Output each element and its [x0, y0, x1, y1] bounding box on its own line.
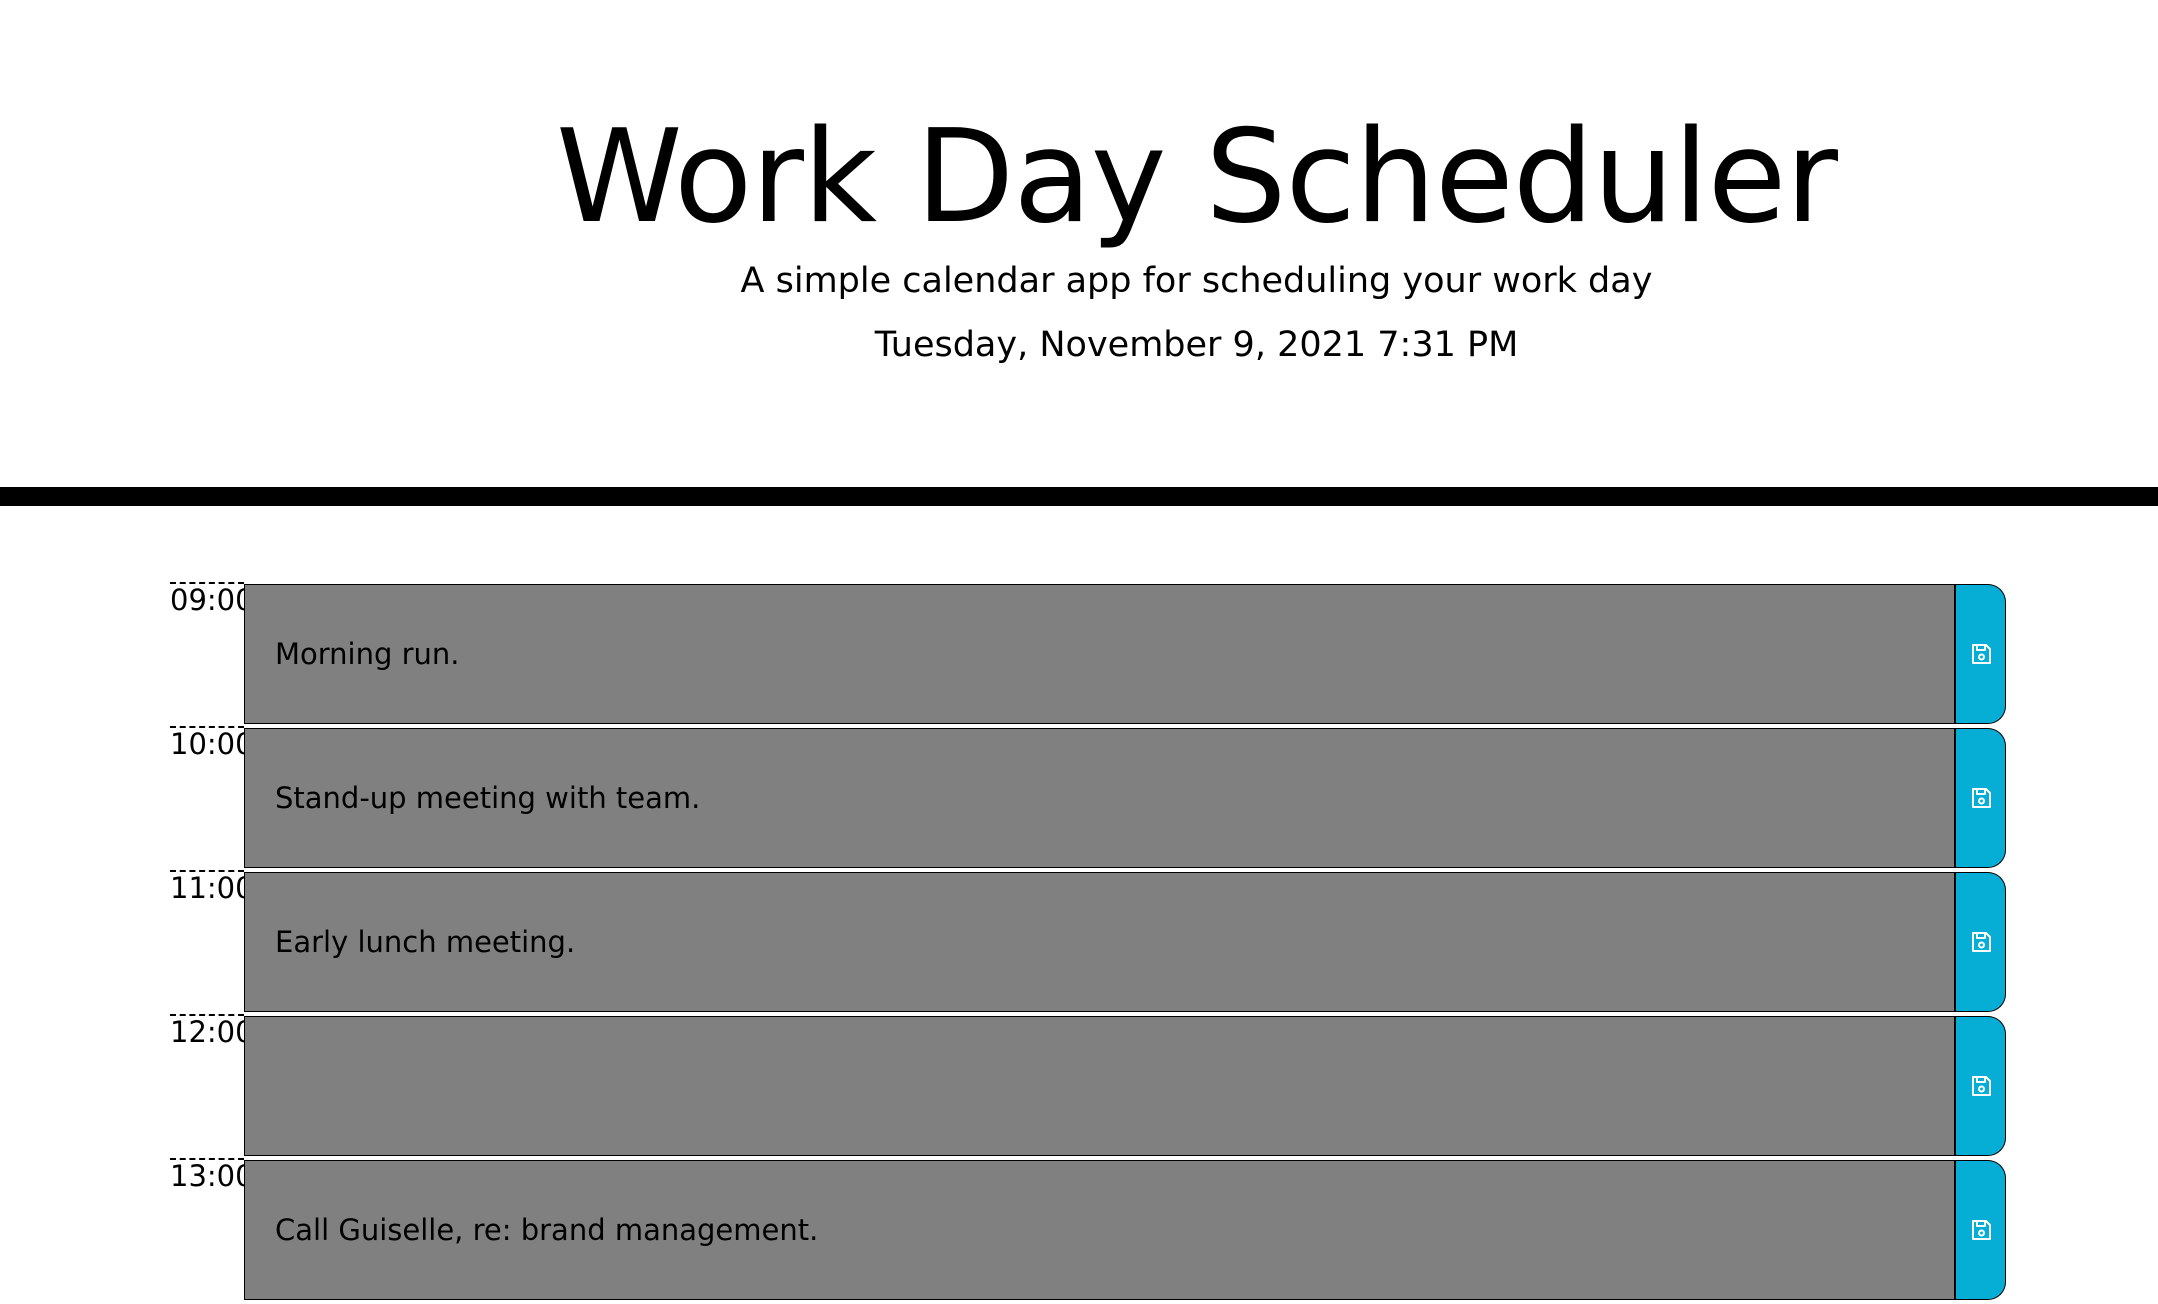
save-button[interactable] — [1956, 584, 2006, 724]
description-textarea[interactable]: Call Guiselle, re: brand management. — [244, 1160, 1956, 1300]
header: Work Day Scheduler A simple calendar app… — [0, 0, 2158, 506]
hour-label: 10:00 — [170, 726, 254, 868]
save-button[interactable] — [1956, 872, 2006, 1012]
time-block-row: 12:00 — [0, 1014, 2158, 1158]
page-title: Work Day Scheduler — [555, 103, 1838, 252]
hour-label: 09:00 — [170, 582, 254, 724]
save-button[interactable] — [1956, 1160, 2006, 1300]
save-icon — [1969, 930, 1993, 954]
current-day: Tuesday, November 9, 2021 7:31 PM — [874, 325, 1519, 365]
time-block-row: 13:00 Call Guiselle, re: brand managemen… — [0, 1158, 2158, 1302]
description-textarea[interactable] — [244, 1016, 1956, 1156]
save-icon — [1969, 642, 1993, 666]
description-textarea[interactable]: Morning run. — [244, 584, 1956, 724]
save-icon — [1969, 1218, 1993, 1242]
save-icon — [1969, 786, 1993, 810]
save-button[interactable] — [1956, 1016, 2006, 1156]
hour-label: 12:00 — [170, 1014, 254, 1156]
time-block-list: 09:00 Morning run. 10:00 Stand-up meetin… — [0, 582, 2158, 1302]
save-button[interactable] — [1956, 728, 2006, 868]
time-block-row: 11:00 Early lunch meeting. — [0, 870, 2158, 1014]
time-block-row: 10:00 Stand-up meeting with team. — [0, 726, 2158, 870]
hour-label: 11:00 — [170, 870, 254, 1012]
description-textarea[interactable]: Early lunch meeting. — [244, 872, 1956, 1012]
hour-label: 13:00 — [170, 1158, 254, 1300]
page-subtitle: A simple calendar app for scheduling you… — [740, 261, 1653, 301]
save-icon — [1969, 1074, 1993, 1098]
time-block-row: 09:00 Morning run. — [0, 582, 2158, 726]
description-textarea[interactable]: Stand-up meeting with team. — [244, 728, 1956, 868]
